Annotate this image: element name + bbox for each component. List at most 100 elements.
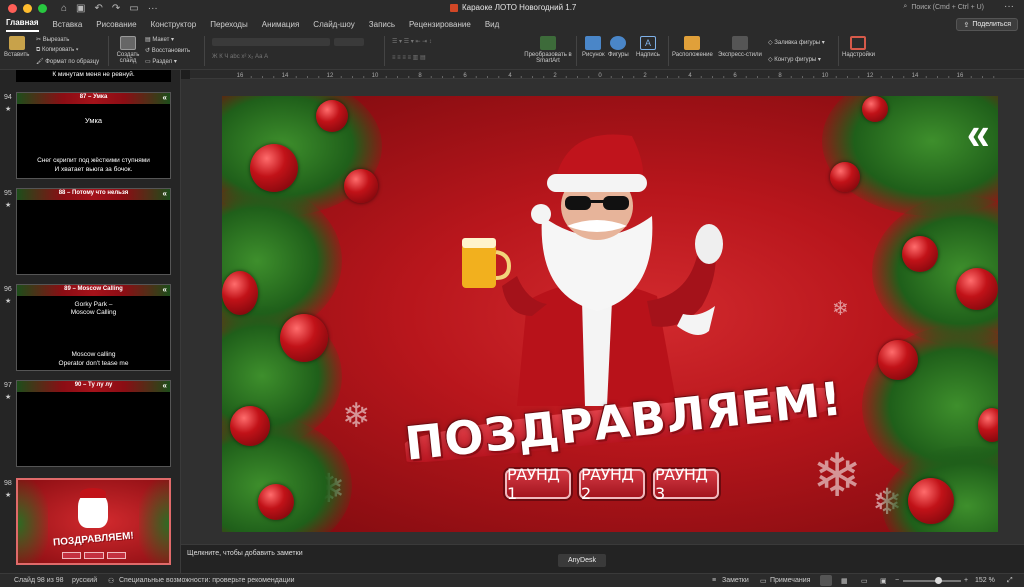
zoom-out-button[interactable]: − [895,577,899,584]
anydesk-tab[interactable]: AnyDesk [558,554,606,567]
thumbnail-pine-right [139,480,169,563]
notes-toggle[interactable]: Заметки [722,577,749,584]
tab-record[interactable]: Запись [369,20,395,32]
tab-draw[interactable]: Рисование [96,20,136,32]
slide-thumbnail-96[interactable]: 89 – Moscow Calling « Gorky Park – Mosco… [16,284,171,371]
format-painter-button[interactable]: 🖌 Формат по образцу [36,58,99,65]
notes-icon[interactable]: ≡ [712,577,716,584]
ribbon-divider [668,36,669,66]
slide-thumbnail-97[interactable]: 90 – Ту лу лу « [16,380,171,467]
new-slide-icon [120,36,136,50]
shape-fill-button[interactable]: ◇ Заливка фигуры ▾ [768,39,825,46]
tab-review[interactable]: Рецензирование [409,20,471,32]
slide-thumbnail-98[interactable]: ПОЗДРАВЛЯЕМ! [16,478,171,565]
copy-button[interactable]: ⧉ Копировать ▾ [36,47,78,54]
quick-styles-icon [731,36,748,50]
zoom-window-button[interactable] [38,4,47,13]
slideshow-view-icon[interactable]: ▣ [880,577,887,585]
overflow-icon[interactable]: ··· [1004,1,1014,12]
thumbnail-line: Operator don't tease me [58,360,129,367]
slide-number: 98 [4,480,12,487]
font-family-select[interactable] [212,38,330,46]
list-buttons[interactable]: ☰ ▾ ☰ ▾ ⇤ ⇥ ↕ [392,38,432,45]
language-indicator[interactable]: русский [72,577,97,584]
accessibility-icon[interactable]: ⚇ [108,577,114,585]
textbox-button[interactable]: A Надпись [636,36,660,58]
current-slide[interactable]: ❄ ❄ ❄ ❄ ❄ ❄ [222,96,998,532]
slideshow-icon[interactable]: ▭ [129,3,138,14]
thumbnail-line: Moscow Calling [70,309,117,316]
close-window-button[interactable] [8,4,17,13]
zoom-slider-knob[interactable] [934,577,942,584]
ornament-ball [902,236,938,272]
undo-icon[interactable]: ↶ [95,3,103,14]
addins-button[interactable]: Надстройки [842,36,875,58]
redo-icon[interactable]: ↷ [112,3,120,14]
smartart-button[interactable]: Преобразовать в SmartArt [524,36,572,64]
back-chevron-icon: « [162,285,167,294]
slide-thumbnail-95[interactable]: 88 – Потому что нельзя « [16,188,171,275]
slide-editor-canvas[interactable]: ❄ ❄ ❄ ❄ ❄ ❄ [181,79,1024,544]
normal-view-button[interactable] [820,575,832,586]
shapes-button[interactable]: Фигуры [608,36,629,58]
reading-view-icon[interactable]: ▭ [861,577,868,585]
arrange-icon [684,36,701,50]
thumbnail-line: Gorky Park – [74,301,113,308]
picture-button[interactable]: Рисунок [582,36,605,58]
home-icon[interactable]: ⌂ [61,3,67,14]
ornament-ball [830,162,860,192]
alignment-buttons[interactable]: ≡ ≡ ≡ ≡ ▥ ▤ [392,54,426,61]
ornament-ball [250,144,298,192]
font-size-select[interactable] [334,38,364,46]
new-slide-button[interactable]: Создать слайд [114,36,142,64]
snowflake-icon: ❄ [342,397,371,435]
slide-number: 96 [4,286,12,293]
share-button[interactable]: ⇪ Поделиться [956,18,1018,31]
section-button[interactable]: ▭ Раздел ▾ [145,58,177,65]
reset-button[interactable]: ↺ Восстановить [145,47,190,54]
tab-slideshow[interactable]: Слайд-шоу [313,20,354,32]
round-1-button[interactable]: РАУНД 1 [505,465,571,503]
cut-button[interactable]: ✂ Вырезать [36,36,69,43]
thumbnail-round-3 [106,552,126,559]
shape-outline-button[interactable]: ◇ Контур фигуры ▾ [768,56,821,63]
quick-styles-button[interactable]: Экспресс-стили [718,36,762,58]
fit-slide-icon[interactable]: ⤢ [1007,577,1013,585]
tab-transitions[interactable]: Переходы [210,20,248,32]
slides-thumbnail-panel[interactable]: К минутам меня не ревнуй. 94 ★ 87 – Умка… [0,70,181,573]
save-icon[interactable]: ▣ [76,3,85,14]
ornament-ball [280,314,328,362]
arrange-button[interactable]: Расположение [672,36,713,58]
addins-icon [850,36,867,50]
layout-button[interactable]: ▤ Макет ▾ [145,36,174,43]
notes-placeholder[interactable]: Щелкните, чтобы добавить заметки [187,550,303,557]
tab-insert[interactable]: Вставка [53,20,83,32]
back-chevron-icon: « [162,381,167,390]
comments-icon[interactable]: ▭ [760,577,767,585]
more-icon[interactable]: ··· [148,3,158,14]
zoom-slider[interactable] [903,580,961,582]
paste-button[interactable]: Вставить [4,36,29,58]
thumbnail-partial[interactable]: К минутам меня не ревнуй. [16,70,171,82]
ornament-ball [222,271,258,315]
back-chevron-button[interactable]: « [967,106,990,160]
comments-toggle[interactable]: Примечания [770,577,810,584]
slide-sorter-icon[interactable]: ▦ [841,577,848,585]
thumbnail-round-1 [62,552,82,559]
minimize-window-button[interactable] [23,4,32,13]
tab-animations[interactable]: Анимация [262,20,300,32]
round-2-button[interactable]: РАУНД 2 [579,465,645,503]
zoom-in-button[interactable]: + [964,577,968,584]
search-box[interactable]: ⌕ Поиск (Cmd + Ctrl + U) [903,3,984,11]
round-3-button[interactable]: РАУНД 3 [653,465,719,503]
thumbnail-title: 88 – Потому что нельзя [58,190,129,196]
accessibility-status[interactable]: Специальные возможности: проверьте реком… [119,577,295,584]
santa-illustration [462,134,723,406]
font-style-buttons[interactable]: Ж К Ч abc x² x₂ Аа A [212,54,268,60]
tab-view[interactable]: Вид [485,20,499,32]
tab-design[interactable]: Конструктор [151,20,197,32]
slide-thumbnail-94[interactable]: 87 – Умка « Умка Снег скрипит под жёстки… [16,92,171,179]
zoom-level[interactable]: 152 % [975,577,995,584]
powerpoint-window: ⌂ ▣ ↶ ↷ ▭ ··· Караоке ЛОТО Новогодний 1.… [0,0,1024,587]
tab-home[interactable]: Главная [6,18,39,32]
